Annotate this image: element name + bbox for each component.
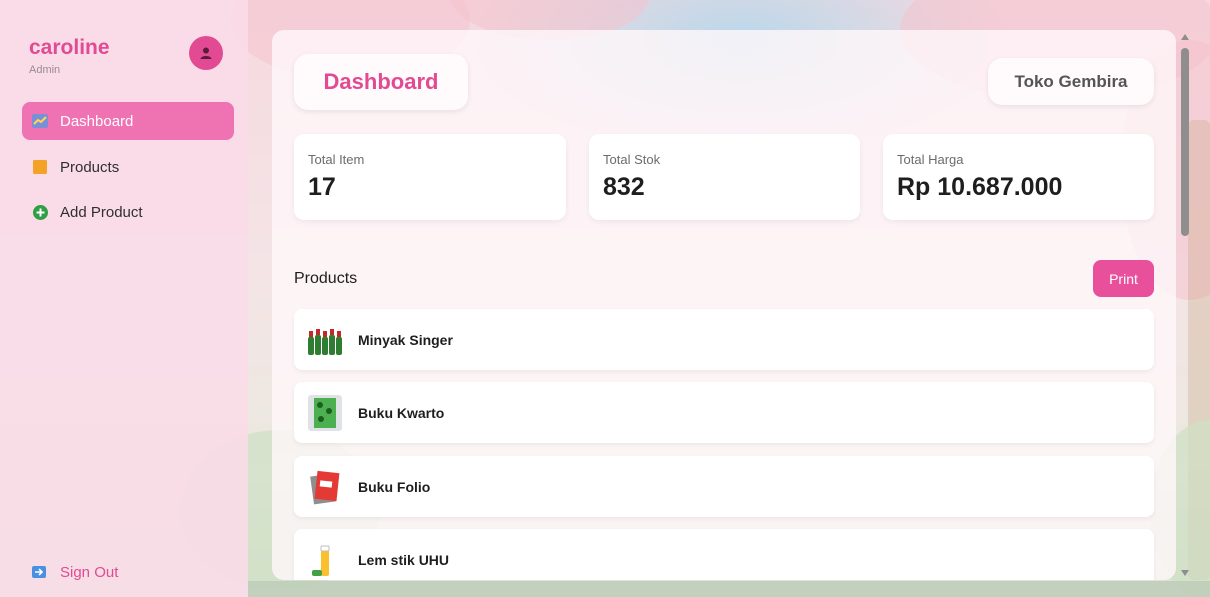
products-heading: Products [294,270,358,287]
stat-label: Total Stok [603,152,661,167]
stat-value: 17 [308,173,336,201]
stat-value: Rp 10.687.000 [897,173,1063,201]
sidebar-item-label: Products [60,158,120,176]
page-title: Dashboard [294,54,468,110]
product-row[interactable]: Lem stik UHU [294,529,1154,580]
stat-label: Total Harga [897,152,964,167]
print-button[interactable]: Print [1093,260,1154,297]
sign-out-button[interactable]: Sign Out [32,561,118,583]
stat-value: 832 [603,173,645,201]
user-name: caroline [29,36,110,59]
product-row[interactable]: Minyak Singer [294,309,1154,370]
stat-card-total-harga: Total Harga Rp 10.687.000 [883,134,1154,220]
scroll-thumb[interactable] [1181,48,1189,236]
product-name: Lem stik UHU [358,551,450,568]
product-row[interactable]: Buku Folio [294,456,1154,517]
user-role: Admin [29,64,61,76]
product-name: Minyak Singer [358,331,453,348]
scroll-down-arrow-icon[interactable] [1179,568,1191,578]
box-icon [32,159,48,175]
store-name: Toko Gembira [988,58,1154,105]
arrow-right-icon [32,566,46,578]
sidebar-item-label: Add Product [60,203,143,221]
product-thumbnail [306,321,344,359]
stat-card-total-item: Total Item 17 [294,134,566,220]
avatar[interactable] [189,36,223,70]
stat-label: Total Item [308,152,365,167]
chart-icon [32,113,48,129]
sidebar: caroline Admin Dashboard Products Add Pr… [0,0,248,597]
sidebar-item-products[interactable]: Products [22,148,234,186]
stat-card-total-stok: Total Stok 832 [589,134,860,220]
sidebar-item-dashboard[interactable]: Dashboard [22,102,234,140]
product-thumbnail [306,541,344,579]
sidebar-item-add-product[interactable]: Add Product [22,193,234,231]
plus-circle-icon [32,204,48,220]
sidebar-item-label: Dashboard [60,112,134,130]
main-scrollbar[interactable] [1178,30,1192,580]
product-name: Buku Kwarto [358,404,445,421]
product-name: Buku Folio [358,478,431,495]
product-thumbnail [306,468,344,506]
main-panel: Dashboard Toko Gembira Total Item 17 Tot… [272,30,1176,580]
product-thumbnail [306,394,344,432]
user-icon [200,47,212,59]
sign-out-label: Sign Out [60,563,119,581]
scroll-up-arrow-icon[interactable] [1179,32,1191,42]
product-row[interactable]: Buku Kwarto [294,382,1154,443]
